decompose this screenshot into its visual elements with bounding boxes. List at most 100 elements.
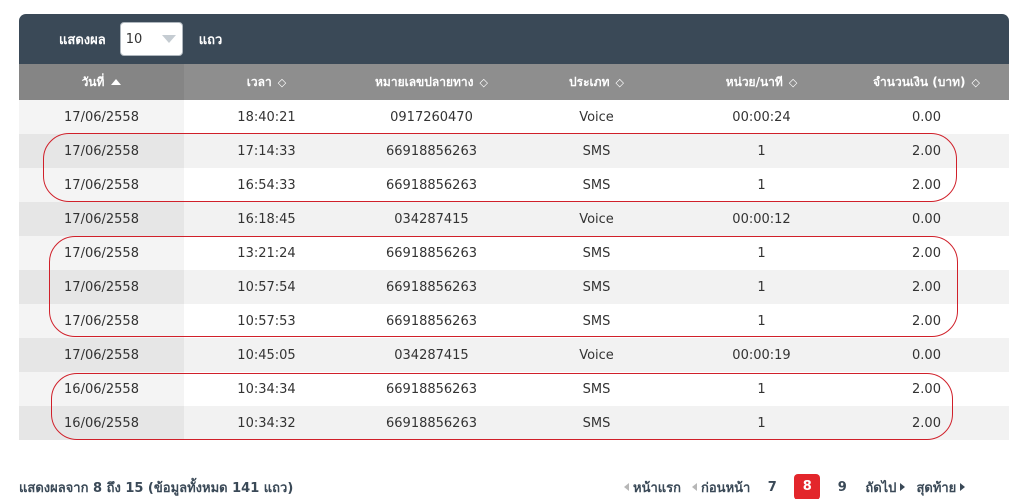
sort-icon: ◇ <box>971 75 980 89</box>
show-label: แสดงผล <box>59 32 106 48</box>
cell-units: 1 <box>679 372 844 406</box>
table-row: 17/06/2558 13:21:24 66918856263 SMS 1 2.00 <box>19 236 1009 270</box>
pagination: หน้าแรก ก่อนหน้า 7 8 9 ถัดไป สุดท้าย <box>620 474 966 499</box>
cell-units: 1 <box>679 270 844 304</box>
cell-type: SMS <box>514 236 679 270</box>
cell-time: 17:14:33 <box>184 134 349 168</box>
table-row: 17/06/2558 10:45:05 034287415 Voice 00:00:19… <box>19 338 1009 372</box>
cell-units: 1 <box>679 168 844 202</box>
cell-time: 10:57:53 <box>184 304 349 338</box>
cell-date: 17/06/2558 <box>19 304 184 338</box>
cell-destination: 66918856263 <box>349 406 514 440</box>
table-toolbar: แสดงผล 10 แถว <box>19 14 1009 64</box>
cell-amount: 0.00 <box>844 100 1009 134</box>
rows-label: แถว <box>198 32 223 48</box>
cell-destination: 66918856263 <box>349 236 514 270</box>
cell-destination: 66918856263 <box>349 304 514 338</box>
cell-date: 17/06/2558 <box>19 236 184 270</box>
cell-time: 18:40:21 <box>184 100 349 134</box>
cell-amount: 2.00 <box>844 372 1009 406</box>
cell-type: Voice <box>514 338 679 372</box>
cell-type: SMS <box>514 406 679 440</box>
table-row: 16/06/2558 10:34:34 66918856263 SMS 1 2.00 <box>19 372 1009 406</box>
cell-time: 10:34:34 <box>184 372 349 406</box>
triangle-right-icon <box>960 482 966 491</box>
cell-units: 00:00:12 <box>679 202 844 236</box>
cell-date: 16/06/2558 <box>19 406 184 440</box>
cell-amount: 0.00 <box>844 338 1009 372</box>
cell-type: SMS <box>514 168 679 202</box>
cell-destination: 66918856263 <box>349 134 514 168</box>
table-header-row: วันที่ เวลา ◇ หมายเลขปลายทาง ◇ ประเภท ◇ หน่… <box>19 64 1009 100</box>
cell-destination: 0917260470 <box>349 100 514 134</box>
cell-type: SMS <box>514 304 679 338</box>
prev-page-button[interactable]: ก่อนหน้า <box>692 477 750 498</box>
cell-type: SMS <box>514 134 679 168</box>
sort-icon: ◇ <box>615 75 624 89</box>
cell-destination: 66918856263 <box>349 270 514 304</box>
cell-time: 10:34:32 <box>184 406 349 440</box>
cell-amount: 2.00 <box>844 236 1009 270</box>
sort-icon: ◇ <box>788 75 798 89</box>
page-button-8-current[interactable]: 8 <box>794 474 821 499</box>
next-page-button[interactable]: ถัดไป <box>865 477 906 498</box>
sort-icon: ◇ <box>277 75 287 89</box>
column-header-amount[interactable]: จำนวนเงิน (บาท) ◇ <box>844 64 1009 100</box>
cell-type: SMS <box>514 270 679 304</box>
cell-destination: 034287415 <box>349 202 514 236</box>
cell-time: 16:54:33 <box>184 168 349 202</box>
chevron-down-icon[interactable] <box>161 35 176 43</box>
table-row: 17/06/2558 10:57:53 66918856263 SMS 1 2.00 <box>19 304 1009 338</box>
cell-units: 1 <box>679 406 844 440</box>
cell-date: 16/06/2558 <box>19 372 184 406</box>
pagination-info: แสดงผลจาก 8 ถึง 15 (ข้อมูลทั้งหมด 141 แถ… <box>19 481 294 496</box>
cell-date: 17/06/2558 <box>19 202 184 236</box>
cell-date: 17/06/2558 <box>19 338 184 372</box>
table-row: 17/06/2558 18:40:21 0917260470 Voice 00:00:2… <box>19 100 1009 134</box>
cell-type: Voice <box>514 202 679 236</box>
last-page-button[interactable]: สุดท้าย <box>916 477 966 498</box>
table-row: 17/06/2558 16:54:33 66918856263 SMS 1 2.00 <box>19 168 1009 202</box>
page-size-select[interactable]: 10 <box>119 22 183 56</box>
first-page-button[interactable]: หน้าแรก <box>624 477 681 498</box>
triangle-left-icon <box>624 482 629 491</box>
cell-amount: 2.00 <box>844 134 1009 168</box>
page-button-9[interactable]: 9 <box>829 480 855 495</box>
column-header-destination[interactable]: หมายเลขปลายทาง ◇ <box>349 64 514 100</box>
cell-destination: 66918856263 <box>349 372 514 406</box>
cell-units: 00:00:19 <box>679 338 844 372</box>
triangle-right-icon <box>900 482 906 491</box>
cell-date: 17/06/2558 <box>19 100 184 134</box>
page-size-value: 10 <box>125 31 143 47</box>
sort-asc-icon <box>111 78 122 85</box>
cell-type: Voice <box>514 100 679 134</box>
cell-amount: 2.00 <box>844 406 1009 440</box>
cell-time: 16:18:45 <box>184 202 349 236</box>
cell-amount: 2.00 <box>844 304 1009 338</box>
cell-units: 1 <box>679 134 844 168</box>
column-header-units[interactable]: หน่วย/นาที ◇ <box>679 64 844 100</box>
column-header-time[interactable]: เวลา ◇ <box>184 64 349 100</box>
cell-amount: 2.00 <box>844 270 1009 304</box>
cell-units: 1 <box>679 304 844 338</box>
cell-amount: 2.00 <box>844 168 1009 202</box>
cell-destination: 034287415 <box>349 338 514 372</box>
column-header-type[interactable]: ประเภท ◇ <box>514 64 679 100</box>
table-body: 17/06/2558 18:40:21 0917260470 Voice 00:00:2… <box>19 100 1009 440</box>
call-history-panel: แสดงผล 10 แถว วันที่ เวลา ◇ หมายเลขปลายทา… <box>19 14 1009 440</box>
cell-date: 17/06/2558 <box>19 168 184 202</box>
table-row: 17/06/2558 10:57:54 66918856263 SMS 1 2.00 <box>19 270 1009 304</box>
table-row: 17/06/2558 16:18:45 034287415 Voice 00:00:12… <box>19 202 1009 236</box>
cell-date: 17/06/2558 <box>19 134 184 168</box>
cell-type: SMS <box>514 372 679 406</box>
page-button-7[interactable]: 7 <box>759 480 785 495</box>
cell-units: 00:00:24 <box>679 100 844 134</box>
table-row: 16/06/2558 10:34:32 66918856263 SMS 1 2.00 <box>19 406 1009 440</box>
cell-time: 13:21:24 <box>184 236 349 270</box>
cell-units: 1 <box>679 236 844 270</box>
call-history-table: วันที่ เวลา ◇ หมายเลขปลายทาง ◇ ประเภท ◇ หน่… <box>19 64 1009 440</box>
triangle-left-icon <box>692 482 697 491</box>
cell-destination: 66918856263 <box>349 168 514 202</box>
cell-time: 10:45:05 <box>184 338 349 372</box>
column-header-date[interactable]: วันที่ <box>19 64 184 100</box>
